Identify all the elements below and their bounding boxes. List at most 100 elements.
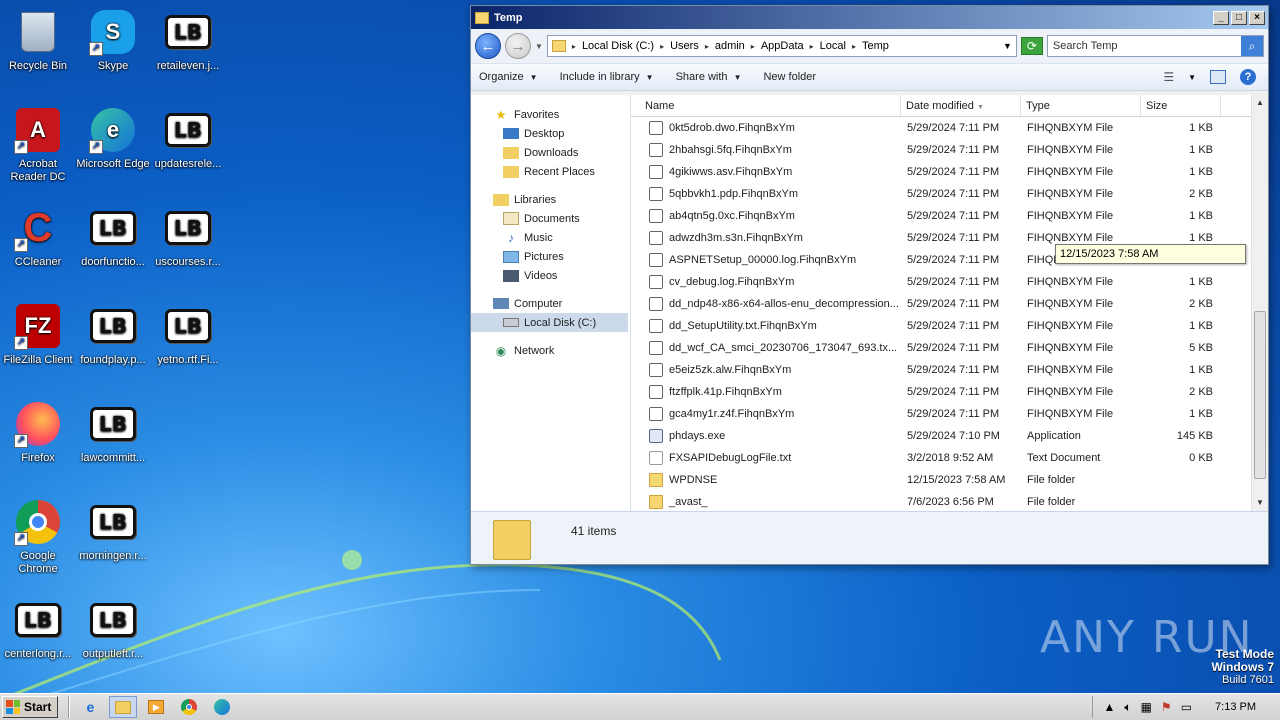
desktop-icon[interactable]: LB outputleft.r... <box>75 596 151 661</box>
desktop-icon[interactable]: LB updatesrele... <box>150 106 226 171</box>
chevron-right-icon[interactable]: ▸ <box>660 42 664 51</box>
file-row[interactable]: 4gikiwws.asv.FihqnBxYm 5/29/2024 7:11 PM F… <box>631 161 1251 183</box>
breadcrumb-item[interactable]: Temp <box>862 40 889 52</box>
desktop-icon[interactable]: ↗ Google Chrome <box>0 498 76 576</box>
file-row[interactable]: 2hbahsgi.5fq.FihqnBxYm 5/29/2024 7:11 PM F… <box>631 139 1251 161</box>
start-button[interactable]: Start <box>2 696 59 718</box>
desktop-icon[interactable]: LB doorfunctio... <box>75 204 151 269</box>
file-name-cell[interactable]: dd_ndp48-x86-x64-allos-enu_decompression… <box>631 297 901 311</box>
scroll-thumb[interactable] <box>1254 311 1266 479</box>
nav-downloads[interactable]: Downloads <box>471 143 630 162</box>
file-name-cell[interactable]: adwzdh3m.s3n.FihqnBxYm <box>631 231 901 245</box>
file-row[interactable]: _avast_ 7/6/2023 6:56 PM File folder <box>631 491 1251 511</box>
file-name-cell[interactable]: FXSAPIDebugLogFile.txt <box>631 451 901 465</box>
view-options-icon[interactable]: ☰ <box>1163 70 1174 84</box>
nav-computer[interactable]: Computer <box>471 294 630 313</box>
breadcrumb-item[interactable]: Users <box>670 40 699 52</box>
file-row[interactable]: WPDNSE 12/15/2023 7:58 AM File folder <box>631 469 1251 491</box>
nav-music[interactable]: ♪ Music <box>471 228 630 247</box>
desktop-icon[interactable]: LB lawcommitt... <box>75 400 151 465</box>
nav-libraries[interactable]: Libraries <box>471 190 630 209</box>
preview-pane-icon[interactable] <box>1210 70 1226 84</box>
file-name-cell[interactable]: phdays.exe <box>631 429 901 443</box>
file-name-cell[interactable]: WPDNSE <box>631 473 901 487</box>
desktop-icon[interactable]: Recycle Bin <box>0 8 76 73</box>
file-row[interactable]: dd_wcf_CA_smci_20230706_173047_693.tx...… <box>631 337 1251 359</box>
file-name-cell[interactable]: 0kt5drob.dwo.FihqnBxYm <box>631 121 901 135</box>
address-bar[interactable]: ▸ Local Disk (C:) ▸ Users ▸ admin ▸ AppData ▸ Loc… <box>546 35 1017 57</box>
help-icon[interactable]: ? <box>1240 69 1256 85</box>
chevron-right-icon[interactable]: ▸ <box>572 42 576 51</box>
explorer-taskbar-icon[interactable] <box>109 696 138 718</box>
search-input[interactable]: Search Temp ⌕ <box>1046 35 1264 57</box>
column-size[interactable]: Size <box>1141 95 1221 116</box>
file-name-cell[interactable]: ab4qtn5g.0xc.FihqnBxYm <box>631 209 901 223</box>
file-row[interactable]: phdays.exe 5/29/2024 7:10 PM Application 14… <box>631 425 1251 447</box>
flag-icon[interactable]: ▭ <box>1181 700 1192 714</box>
breadcrumb-item[interactable]: Local Disk (C:) <box>582 40 654 52</box>
file-row[interactable]: ab4qtn5g.0xc.FihqnBxYm 5/29/2024 7:11 PM F… <box>631 205 1251 227</box>
window-titlebar[interactable]: Temp _ □ × <box>471 6 1268 29</box>
breadcrumb-item[interactable]: Local <box>820 40 846 52</box>
maximize-button[interactable]: □ <box>1231 10 1247 25</box>
network-tray-icon[interactable]: ▦ <box>1141 700 1152 714</box>
action-center-icon[interactable]: ⚑ <box>1161 700 1172 714</box>
vertical-scrollbar[interactable]: ▲ ▼ <box>1251 95 1268 511</box>
column-date-modified[interactable]: Date modified ▼ <box>901 95 1021 116</box>
file-row[interactable]: dd_SetupUtility.txt.FihqnBxYm 5/29/2024 7… <box>631 315 1251 337</box>
file-name-cell[interactable]: e5eiz5zk.alw.FihqnBxYm <box>631 363 901 377</box>
file-name-cell[interactable]: ASPNETSetup_00000.log.FihqnBxYm <box>631 253 901 267</box>
breadcrumb-item[interactable]: AppData <box>761 40 804 52</box>
forward-button[interactable]: → <box>505 33 531 59</box>
desktop-icon[interactable]: S ↗ Skype <box>75 8 151 73</box>
nav-network[interactable]: ◉ Network <box>471 341 630 360</box>
file-name-cell[interactable]: cv_debug.log.FihqnBxYm <box>631 275 901 289</box>
back-button[interactable]: ← <box>475 33 501 59</box>
file-name-cell[interactable]: 2hbahsgi.5fq.FihqnBxYm <box>631 143 901 157</box>
desktop-icon[interactable]: A ↗ Acrobat Reader DC <box>0 106 76 184</box>
search-icon[interactable]: ⌕ <box>1241 36 1263 56</box>
chevron-right-icon[interactable]: ▸ <box>751 42 755 51</box>
desktop-icon[interactable]: LB uscourses.r... <box>150 204 226 269</box>
desktop-icon[interactable]: LB foundplay.p... <box>75 302 151 367</box>
address-dropdown-icon[interactable]: ▼ <box>1003 41 1012 51</box>
desktop-icon[interactable]: LB retaileven.j... <box>150 8 226 73</box>
nav-recent-places[interactable]: Recent Places <box>471 162 630 181</box>
file-name-cell[interactable]: ftzffplk.41p.FihqnBxYm <box>631 385 901 399</box>
speaker-icon[interactable]: 🔈︎ <box>1124 700 1131 715</box>
file-name-cell[interactable]: 4gikiwws.asv.FihqnBxYm <box>631 165 901 179</box>
nav-local-disk[interactable]: Local Disk (C:) <box>471 313 628 332</box>
view-dropdown-icon[interactable]: ▼ <box>1188 73 1196 82</box>
organize-menu[interactable]: Organize ▼ <box>479 71 538 83</box>
scroll-up-icon[interactable]: ▲ <box>1252 95 1268 111</box>
column-name[interactable]: Name <box>631 95 901 116</box>
desktop-icon[interactable]: LB yetno.rtf.Fi... <box>150 302 226 367</box>
share-with-menu[interactable]: Share with ▼ <box>676 71 742 83</box>
file-name-cell[interactable]: gca4my1r.z4f.FihqnBxYm <box>631 407 901 421</box>
show-hidden-icons-icon[interactable]: ▲ <box>1103 700 1115 714</box>
desktop-icon[interactable]: LB morningen.r... <box>75 498 151 563</box>
column-type[interactable]: Type <box>1021 95 1141 116</box>
file-row[interactable]: cv_debug.log.FihqnBxYm 5/29/2024 7:11 PM F… <box>631 271 1251 293</box>
nav-pictures[interactable]: Pictures <box>471 247 630 266</box>
include-in-library-menu[interactable]: Include in library ▼ <box>560 71 654 83</box>
file-row[interactable]: FXSAPIDebugLogFile.txt 3/2/2018 9:52 AM Te… <box>631 447 1251 469</box>
history-dropdown-icon[interactable]: ▼ <box>535 42 543 51</box>
desktop-icon[interactable]: LB centerlong.r... <box>0 596 76 661</box>
breadcrumb-item[interactable]: admin <box>715 40 745 52</box>
nav-documents[interactable]: Documents <box>471 209 630 228</box>
file-name-cell[interactable]: dd_SetupUtility.txt.FihqnBxYm <box>631 319 901 333</box>
nav-videos[interactable]: Videos <box>471 266 630 285</box>
chevron-right-icon[interactable]: ▸ <box>810 42 814 51</box>
nav-favorites[interactable]: ★ Favorites <box>471 105 630 124</box>
minimize-button[interactable]: _ <box>1213 10 1229 25</box>
file-name-cell[interactable]: 5qbbvkh1.pdp.FihqnBxYm <box>631 187 901 201</box>
file-row[interactable]: dd_ndp48-x86-x64-allos-enu_decompression… <box>631 293 1251 315</box>
edge-icon[interactable] <box>208 696 236 718</box>
nav-desktop[interactable]: Desktop <box>471 124 630 143</box>
scroll-down-icon[interactable]: ▼ <box>1252 495 1268 511</box>
chevron-right-icon[interactable]: ▸ <box>705 42 709 51</box>
file-row[interactable]: 0kt5drob.dwo.FihqnBxYm 5/29/2024 7:11 PM F… <box>631 117 1251 139</box>
chevron-right-icon[interactable]: ▸ <box>852 42 856 51</box>
desktop-icon[interactable]: e ↗ Microsoft Edge <box>75 106 151 171</box>
